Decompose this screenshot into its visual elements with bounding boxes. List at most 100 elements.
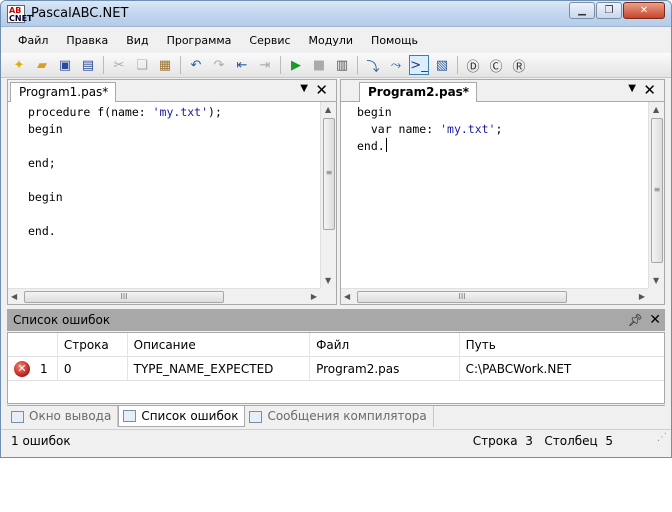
menu-service[interactable]: Сервис — [240, 30, 299, 52]
app-icon: AB CNET — [7, 5, 33, 23]
step-into-icon[interactable]: ⤵ — [363, 55, 383, 75]
tab-error-list-label: Список ошибок — [141, 408, 239, 423]
scroll-right-icon[interactable]: ▶ — [311, 292, 317, 301]
navigate-back-icon[interactable]: ⇤ — [232, 55, 252, 75]
form-designer-icon[interactable]: ▧ — [432, 55, 452, 75]
code-line: procedure f(name: 'my.txt'); — [28, 104, 320, 121]
status-column-value: 5 — [605, 434, 613, 448]
code-text: ); — [208, 105, 222, 119]
grid-header-row: Строка Описание Файл Путь — [8, 333, 664, 357]
error-list-title: Список ошибок — [13, 313, 111, 327]
close-tab-icon[interactable]: ✕ — [315, 81, 328, 99]
vertical-scrollbar[interactable]: ▲ ≡ ▼ — [320, 102, 336, 288]
horizontal-scrollbar[interactable]: ◀ III ▶ — [341, 288, 648, 304]
editor-pane-left: Program1.pas* ▼ ✕ procedure f(name: 'my.… — [7, 79, 337, 305]
scroll-down-icon[interactable]: ▼ — [653, 276, 659, 285]
tab-compiler-messages[interactable]: Сообщения компилятора — [245, 406, 434, 427]
editor-tabstrip-right: Program2.pas* ▼ ✕ — [341, 80, 664, 102]
code-editor-left[interactable]: procedure f(name: 'my.txt'); begin end; beg… — [8, 102, 320, 288]
scroll-thumb[interactable]: ≡ — [651, 118, 663, 263]
close-window-button[interactable]: ✕ — [623, 2, 665, 19]
step-over-icon[interactable]: ⤳ — [386, 55, 406, 75]
column-header-icon[interactable] — [8, 333, 58, 357]
minimize-button[interactable]: ▁ — [569, 2, 595, 19]
scroll-corner — [320, 288, 336, 304]
tab-output-window-label: Окно вывода — [29, 409, 112, 423]
menu-help[interactable]: Помощь — [362, 30, 427, 52]
column-header-file[interactable]: Файл — [310, 333, 460, 357]
code-line: begin — [28, 121, 320, 138]
new-file-icon[interactable]: ✦ — [9, 55, 29, 75]
pin-icon[interactable]: 📌︎ — [628, 309, 643, 331]
tab-list-dropdown-icon[interactable]: ▼ — [300, 83, 308, 94]
editor-pane-right: Program2.pas* ▼ ✕ begin var name: 'my.tx… — [340, 79, 665, 305]
code-line: end. — [357, 138, 648, 155]
console-icon[interactable]: >_ — [409, 55, 429, 75]
run-icon[interactable]: ▶ — [286, 55, 306, 75]
error-icon: ✕ — [14, 361, 30, 377]
save-all-icon[interactable]: ▤ — [78, 55, 98, 75]
redo-icon[interactable]: ↷ — [209, 55, 229, 75]
horizontal-scrollbar[interactable]: ◀ III ▶ — [8, 288, 320, 304]
menu-program[interactable]: Программа — [158, 30, 241, 52]
toolbar-separator — [457, 56, 458, 74]
code-text: procedure f(name: — [28, 105, 153, 119]
compile-icon[interactable]: ▥ — [332, 55, 352, 75]
code-text: end. — [28, 224, 56, 238]
code-text: begin — [357, 105, 392, 119]
scroll-corner — [648, 288, 664, 304]
toolbar-separator — [103, 56, 104, 74]
open-folder-icon[interactable]: ▰ — [32, 55, 52, 75]
tab-output-window[interactable]: Окно вывода — [7, 406, 119, 427]
undo-icon[interactable]: ↶ — [186, 55, 206, 75]
code-text: begin — [28, 122, 63, 136]
save-icon[interactable]: ▣ — [55, 55, 75, 75]
menu-edit[interactable]: Правка — [57, 30, 117, 52]
vertical-scrollbar[interactable]: ▲ ≡ ▼ — [648, 102, 664, 288]
cut-icon[interactable]: ✂ — [109, 55, 129, 75]
tab-error-list[interactable]: Список ошибок — [118, 406, 246, 427]
menu-view[interactable]: Вид — [117, 30, 157, 52]
release-mode-icon[interactable]: Ⓒ — [486, 55, 506, 75]
paste-icon[interactable]: ▦ — [155, 55, 175, 75]
ide-window: AB CNET PascalABC.NET ▁ ❐ ✕ Файл Правка … — [0, 0, 672, 458]
table-row[interactable]: ✕ 1 0 TYPE_NAME_EXPECTED Program2.pas C:… — [8, 357, 664, 381]
scroll-down-icon[interactable]: ▼ — [325, 276, 331, 285]
close-panel-icon[interactable]: ✕ — [649, 309, 661, 331]
toolbar-separator — [180, 56, 181, 74]
copy-icon[interactable]: ❏ — [132, 55, 152, 75]
title-bar[interactable]: AB CNET PascalABC.NET ▁ ❐ ✕ — [1, 1, 671, 27]
scroll-up-icon[interactable]: ▲ — [653, 105, 659, 114]
debug-mode-icon[interactable]: Ⓓ — [463, 55, 483, 75]
navigate-forward-icon[interactable]: ⇥ — [255, 55, 275, 75]
scroll-right-icon[interactable]: ▶ — [639, 292, 645, 301]
stop-icon[interactable]: ■ — [309, 55, 329, 75]
column-header-path[interactable]: Путь — [460, 333, 664, 357]
error-list-grid: Строка Описание Файл Путь ✕ 1 0 TYPE_NAM… — [7, 332, 665, 404]
code-editor-right[interactable]: begin var name: 'my.txt'; end. — [341, 102, 648, 288]
string-literal: 'my.txt' — [152, 105, 209, 119]
scroll-left-icon[interactable]: ◀ — [344, 292, 350, 301]
resize-grip-icon[interactable]: ⋰ — [657, 427, 667, 449]
scroll-left-icon[interactable]: ◀ — [11, 292, 17, 301]
tab-program1[interactable]: Program1.pas* — [10, 82, 117, 102]
restore-button[interactable]: ❐ — [596, 2, 622, 19]
scroll-up-icon[interactable]: ▲ — [325, 105, 331, 114]
status-column-label: Столбец — [544, 434, 598, 448]
code-line: end. — [28, 223, 320, 240]
status-bar: 1 ошибок Строка 3 Столбец 5 ⋰ — [1, 429, 671, 451]
error-list-header: Список ошибок 📌︎ ✕ — [7, 309, 665, 331]
menu-file[interactable]: Файл — [9, 30, 57, 52]
scroll-thumb[interactable]: III — [24, 291, 224, 303]
menu-modules[interactable]: Модули — [300, 30, 363, 52]
close-tab-icon[interactable]: ✕ — [643, 81, 656, 99]
column-header-line[interactable]: Строка — [58, 333, 128, 357]
rebuild-icon[interactable]: Ⓡ — [509, 55, 529, 75]
tab-compiler-messages-label: Сообщения компилятора — [267, 409, 427, 423]
tab-program2[interactable]: Program2.pas* — [359, 82, 478, 102]
scroll-thumb[interactable]: ≡ — [323, 118, 335, 230]
scroll-thumb[interactable]: III — [357, 291, 567, 303]
tab-list-dropdown-icon[interactable]: ▼ — [628, 83, 636, 94]
column-header-description[interactable]: Описание — [128, 333, 311, 357]
code-line: begin — [357, 104, 648, 121]
